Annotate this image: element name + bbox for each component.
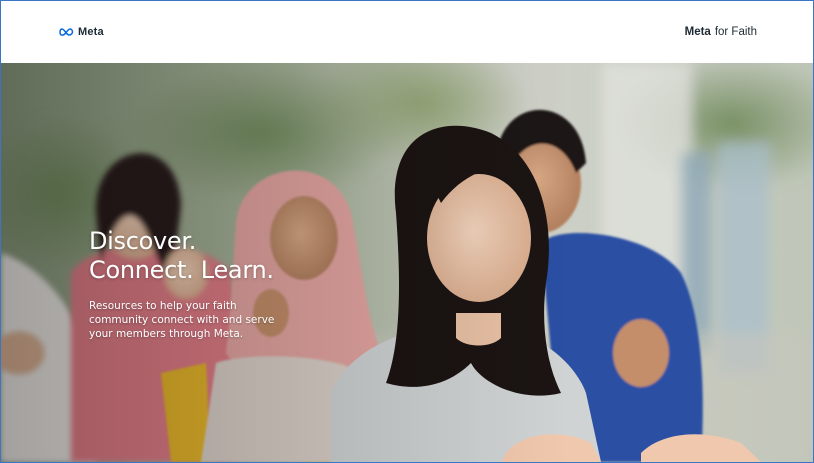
product-name-strong: Meta xyxy=(684,26,711,38)
hero-headline: Discover. Connect. Learn. xyxy=(89,227,409,285)
meta-infinity-icon xyxy=(59,28,74,36)
headline-line-2: Connect. Learn. xyxy=(89,256,274,284)
meta-for-faith-link[interactable]: Meta for Faith xyxy=(685,26,757,38)
headline-line-1: Discover. xyxy=(89,227,197,255)
hero-section: Discover. Connect. Learn. Resources to h… xyxy=(1,63,813,462)
brand-wordmark: Meta xyxy=(78,26,104,38)
meta-logo-link[interactable]: Meta xyxy=(59,26,104,38)
site-header: Meta Meta for Faith xyxy=(1,1,813,63)
hero-subcopy: Resources to help your faith community c… xyxy=(89,300,275,340)
hero-copy: Discover. Connect. Learn. Resources to h… xyxy=(89,227,409,341)
page-frame: Meta Meta for Faith Discover. Connect. L… xyxy=(0,0,814,463)
product-name-light: for Faith xyxy=(714,26,757,38)
